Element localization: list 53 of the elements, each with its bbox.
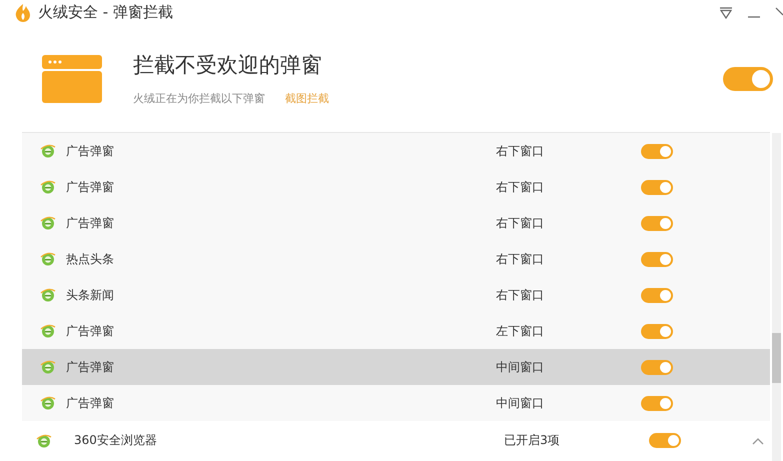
popup-position: 左下窗口: [496, 322, 545, 340]
popup-position: 右下窗口: [496, 214, 545, 232]
list-row[interactable]: 广告弹窗 右下窗口: [22, 133, 770, 169]
list-row[interactable]: 广告弹窗 右下窗口: [22, 169, 770, 205]
caret-icon[interactable]: [752, 436, 764, 444]
popup-name: 广告弹窗: [66, 394, 115, 412]
popup-name: 广告弹窗: [66, 142, 115, 160]
window-icon: [42, 54, 102, 102]
browser-icon: [40, 359, 56, 375]
popup-position: 中间窗口: [496, 358, 545, 376]
popup-position: 右下窗口: [496, 286, 545, 304]
toggle-switch[interactable]: [649, 433, 681, 448]
browser-icon: [40, 251, 56, 267]
toggle-switch[interactable]: [641, 324, 673, 338]
list-row[interactable]: 广告弹窗 中间窗口: [22, 385, 770, 421]
popup-name: 广告弹窗: [66, 322, 115, 340]
popup-name: 热点头条: [66, 250, 115, 268]
browser-icon: [40, 323, 56, 339]
toggle-switch[interactable]: [641, 360, 673, 374]
header-title: 拦截不受欢迎的弹窗: [133, 52, 323, 79]
enabled-count: 已开启3项: [504, 432, 561, 449]
scrollbar[interactable]: [772, 133, 781, 461]
toggle-switch[interactable]: [641, 180, 673, 194]
toggle-switch[interactable]: [641, 288, 673, 302]
list-row[interactable]: 头条新闻 右下窗口: [22, 277, 770, 313]
popup-position: 右下窗口: [496, 178, 545, 196]
window-title: 火绒安全 - 弹窗拦截: [38, 3, 173, 22]
header-subtitle: 火绒正在为你拦截以下弹窗: [133, 91, 265, 106]
popup-position: 右下窗口: [496, 250, 545, 268]
toggle-switch[interactable]: [641, 252, 673, 266]
browser-icon: [40, 179, 56, 195]
popup-name: 广告弹窗: [66, 178, 115, 196]
app-name: 360安全浏览器: [74, 432, 158, 449]
toggle-switch[interactable]: [723, 66, 773, 90]
popup-position: 中间窗口: [496, 394, 545, 412]
list-row[interactable]: 广告弹窗 左下窗口: [22, 313, 770, 349]
browser-icon: [40, 215, 56, 231]
list-row[interactable]: 热点头条 右下窗口: [22, 241, 770, 277]
browser-icon: [40, 395, 56, 411]
flame-logo-icon: [14, 2, 32, 22]
list-row[interactable]: 广告弹窗 中间窗口: [22, 349, 770, 385]
toggle-switch[interactable]: [641, 216, 673, 230]
toggle-switch[interactable]: [641, 144, 673, 158]
browser-icon: [40, 287, 56, 303]
toggle-switch[interactable]: [641, 396, 673, 410]
popup-name: 广告弹窗: [66, 358, 115, 376]
menu-icon[interactable]: [719, 6, 733, 18]
popup-position: 右下窗口: [496, 142, 545, 160]
popup-name: 头条新闻: [66, 286, 115, 304]
list-row[interactable]: 广告弹窗 右下窗口: [22, 205, 770, 241]
browser-icon: [36, 432, 52, 448]
popup-name: 广告弹窗: [66, 214, 115, 232]
browser-icon: [40, 143, 56, 159]
